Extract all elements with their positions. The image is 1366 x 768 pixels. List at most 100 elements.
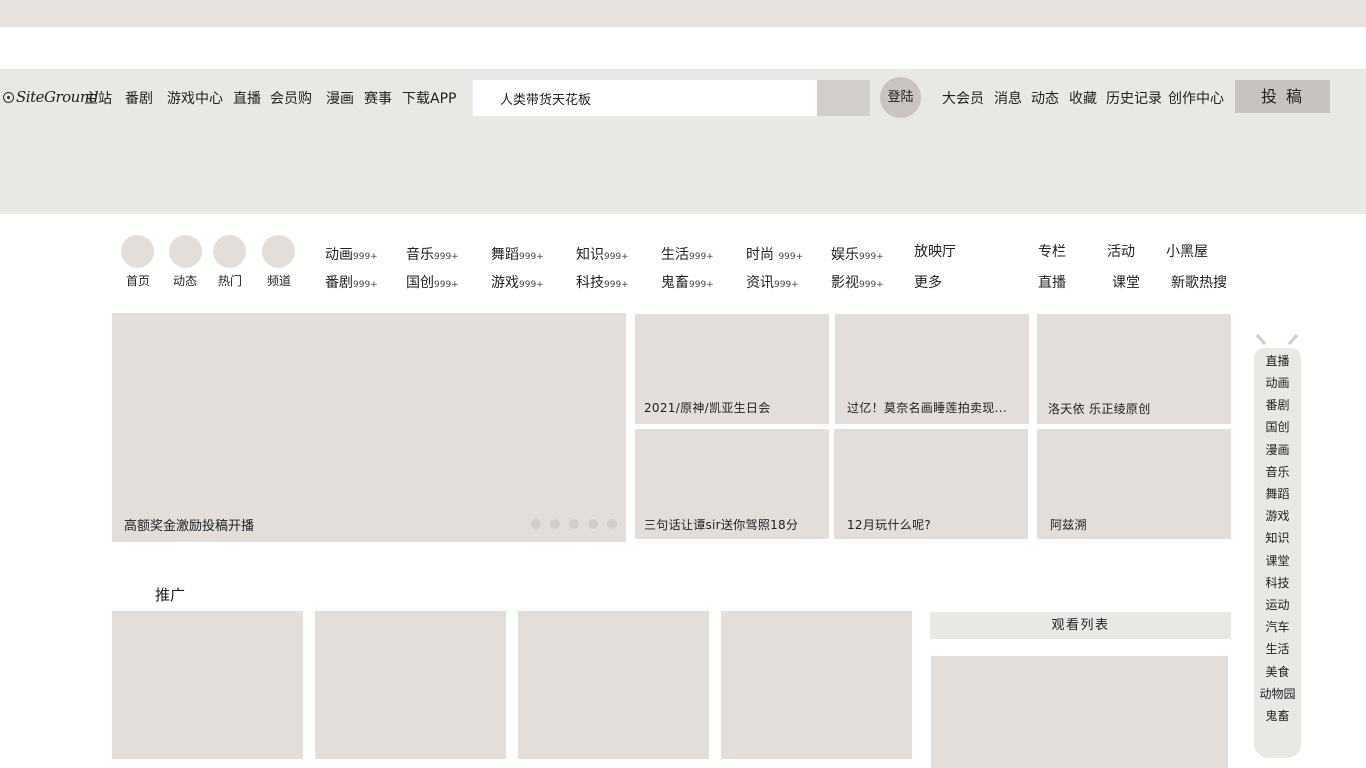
category-item[interactable]: 影视999+ (831, 272, 884, 292)
nav-messages[interactable]: 消息 (994, 88, 1022, 108)
home-icon[interactable] (121, 235, 154, 268)
dynamics-icon[interactable] (169, 235, 202, 268)
category-count: 999+ (519, 252, 544, 262)
login-button[interactable]: 登陆 (880, 77, 921, 118)
carousel-dot[interactable] (550, 519, 560, 529)
side-nav-item[interactable]: 生活 (1254, 640, 1301, 657)
category-item[interactable]: 游戏999+ (491, 272, 544, 292)
video-card[interactable]: 过亿！莫奈名画睡莲拍卖现... (835, 314, 1029, 424)
video-title: 三句话让谭sir送你驾照18分 (644, 518, 799, 532)
side-nav-item[interactable]: 游戏 (1254, 507, 1301, 524)
link-more[interactable]: 更多 (914, 272, 942, 292)
link-live[interactable]: 直播 (1038, 272, 1066, 292)
carousel-dot[interactable] (569, 519, 579, 529)
link-column[interactable]: 专栏 (1038, 241, 1066, 261)
sidebar-ear-icon (1256, 334, 1266, 345)
nav-download-app[interactable]: 下载APP (402, 88, 456, 108)
promo-card[interactable] (518, 611, 709, 759)
category-item[interactable]: 国创999+ (406, 272, 459, 292)
category-count: 999+ (859, 252, 884, 262)
nav-main[interactable]: 主站 (84, 88, 112, 108)
side-nav-item[interactable]: 国创 (1254, 418, 1301, 435)
category-item[interactable]: 娱乐999+ (831, 244, 884, 264)
search-button[interactable] (817, 80, 870, 116)
side-nav-item[interactable]: 音乐 (1254, 463, 1301, 480)
carousel-dot[interactable] (588, 519, 598, 529)
side-nav-item[interactable]: 美食 (1254, 663, 1301, 680)
side-nav-item[interactable]: 运动 (1254, 596, 1301, 613)
nav-dynamics[interactable]: 动态 (1031, 88, 1059, 108)
link-new-songs[interactable]: 新歌热搜 (1171, 272, 1227, 292)
side-nav-item[interactable]: 动画 (1254, 374, 1301, 391)
category-item[interactable]: 动画999+ (325, 244, 378, 264)
banner-title: 高额奖金激励投稿开播 (124, 519, 255, 534)
quick-label-home: 首页 (125, 274, 150, 288)
side-nav-item[interactable]: 舞蹈 (1254, 485, 1301, 502)
category-name: 动画 (325, 247, 353, 263)
category-item[interactable]: 鬼畜999+ (661, 272, 714, 292)
side-nav-item[interactable]: 知识 (1254, 529, 1301, 546)
category-item[interactable]: 知识999+ (576, 244, 629, 264)
nav-vip[interactable]: 大会员 (942, 88, 984, 108)
side-nav-item[interactable]: 鬼畜 (1254, 707, 1301, 724)
side-nav-item[interactable]: 漫画 (1254, 441, 1301, 458)
category-name: 知识 (576, 247, 604, 263)
video-title: 12月玩什么呢? (847, 518, 932, 532)
video-card[interactable]: 2021/原神/凯亚生日会 (635, 314, 829, 424)
link-classroom[interactable]: 课堂 (1112, 272, 1140, 292)
category-item[interactable]: 时尚 999+ (746, 244, 803, 264)
side-nav-item[interactable]: 课堂 (1254, 552, 1301, 569)
nav-history[interactable]: 历史记录 (1106, 88, 1162, 108)
category-name: 舞蹈 (491, 247, 519, 263)
category-name: 科技 (576, 275, 604, 291)
video-card[interactable]: 阿兹溯 (1037, 429, 1231, 539)
video-card[interactable]: 12月玩什么呢? (834, 429, 1028, 539)
nav-manga[interactable]: 漫画 (326, 88, 354, 108)
category-item[interactable]: 舞蹈999+ (491, 244, 544, 264)
carousel-dot[interactable] (607, 519, 617, 529)
video-card[interactable]: 洛天依 乐正绫原创 (1037, 314, 1231, 424)
video-title: 洛天依 乐正绫原创 (1048, 402, 1151, 416)
carousel-dot[interactable] (531, 519, 541, 529)
side-nav-item[interactable]: 汽车 (1254, 618, 1301, 635)
search-input[interactable] (473, 80, 818, 116)
side-nav-item[interactable]: 番剧 (1254, 396, 1301, 413)
category-count: 999+ (434, 280, 459, 290)
upload-button[interactable]: 投 稿 (1235, 80, 1330, 113)
category-item[interactable]: 科技999+ (576, 272, 629, 292)
promo-card[interactable] (315, 611, 506, 759)
category-count: 999+ (689, 280, 714, 290)
nav-events[interactable]: 赛事 (364, 88, 392, 108)
promo-card[interactable] (112, 611, 303, 759)
category-name: 娱乐 (831, 247, 859, 263)
nav-game-center[interactable]: 游戏中心 (167, 88, 223, 108)
hot-icon[interactable] (213, 235, 246, 268)
watchlist-header[interactable]: 观看列表 (930, 612, 1231, 639)
nav-favorites[interactable]: 收藏 (1069, 88, 1097, 108)
category-item[interactable]: 番剧999+ (325, 272, 378, 292)
side-nav-item[interactable]: 直播 (1254, 352, 1301, 369)
category-name: 时尚 (746, 247, 774, 263)
side-nav-item[interactable]: 科技 (1254, 574, 1301, 591)
nav-live[interactable]: 直播 (233, 88, 261, 108)
nav-creator-center[interactable]: 创作中心 (1168, 88, 1224, 108)
link-cinema[interactable]: 放映厅 (914, 241, 956, 261)
promo-card[interactable] (721, 611, 912, 759)
carousel-dots (531, 519, 617, 529)
link-activity[interactable]: 活动 (1107, 241, 1135, 261)
category-count: 999+ (604, 280, 629, 290)
category-item[interactable]: 资讯999+ (746, 272, 799, 292)
side-nav: 直播 动画 番剧 国创 漫画 音乐 舞蹈 游戏 知识 课堂 科技 运动 汽车 生… (1254, 348, 1301, 758)
link-blackroom[interactable]: 小黑屋 (1166, 241, 1208, 261)
nav-mall[interactable]: 会员购 (270, 88, 312, 108)
side-nav-item[interactable]: 动物园 (1254, 685, 1301, 702)
banner-carousel[interactable]: 高额奖金激励投稿开播 (112, 313, 626, 542)
channel-icon[interactable] (262, 235, 295, 268)
category-item[interactable]: 生活999+ (661, 244, 714, 264)
nav-anime[interactable]: 番剧 (125, 88, 153, 108)
watchlist-panel[interactable] (931, 656, 1228, 768)
category-item[interactable]: 音乐999+ (406, 244, 459, 264)
video-card[interactable]: 三句话让谭sir送你驾照18分 (635, 429, 829, 539)
category-name: 资讯 (746, 275, 774, 291)
category-name: 鬼畜 (661, 275, 689, 291)
